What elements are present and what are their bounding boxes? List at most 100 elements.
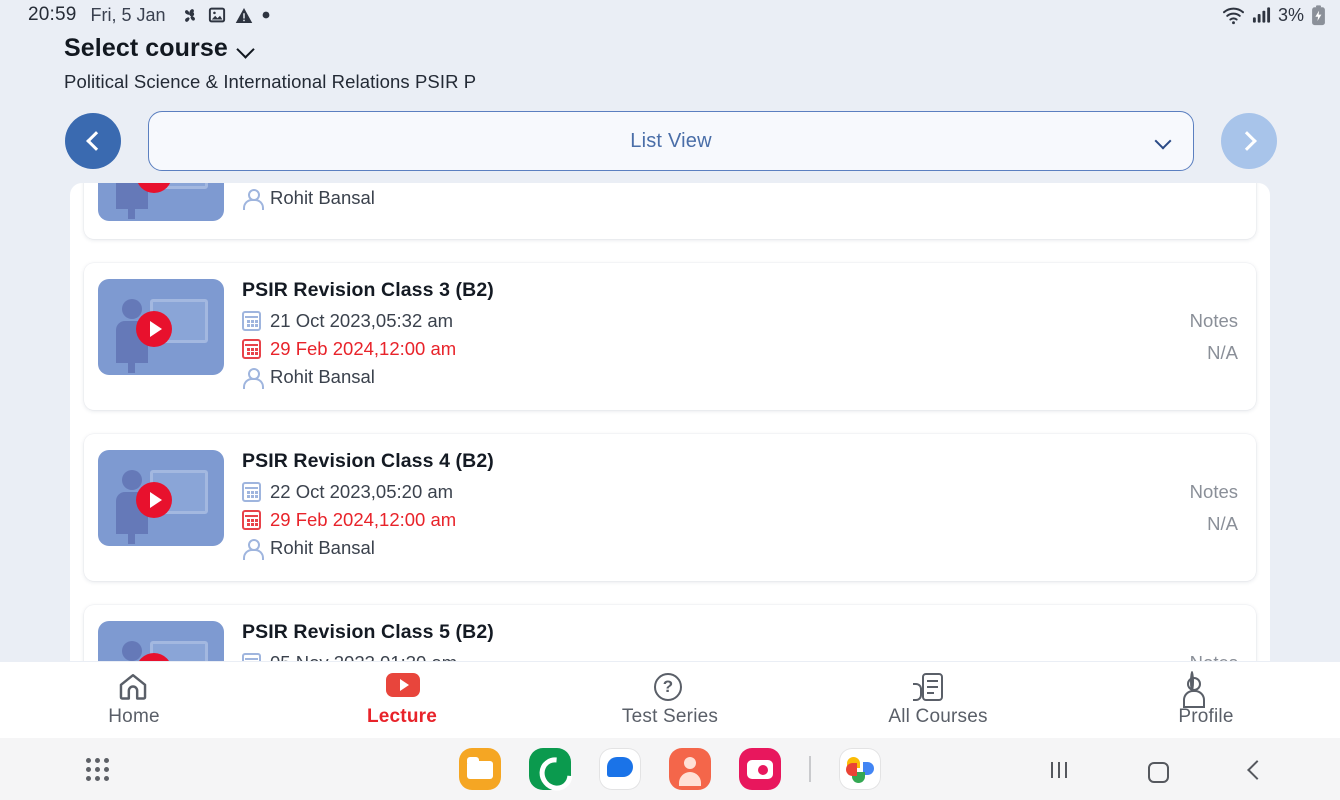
nav-item-all-courses[interactable]: All Courses — [804, 672, 1072, 728]
current-course-name: Political Science & International Relati… — [64, 71, 477, 92]
person-circle-icon — [1190, 670, 1222, 701]
status-date: Fri, 5 Jan — [90, 4, 166, 25]
lecture-card[interactable]: PSIR Revision Class 4 (B2) 22 Oct 2023,0… — [84, 434, 1256, 581]
nav-item-profile[interactable]: Profile — [1072, 670, 1340, 728]
phone-screen: 20:59 Fri, 5 Jan 3% Select course Politi… — [0, 0, 1340, 800]
lecture-details: PSIR Revision Class 4 (B2) 22 Oct 2023,0… — [224, 450, 1118, 565]
nav-label: Home — [108, 705, 160, 727]
lecture-list-panel[interactable]: 29 Feb 2024,12:00 am Rohit Bansal N/A — [70, 183, 1270, 661]
lecture-thumbnail[interactable] — [98, 450, 224, 546]
lecture-end-date: 29 Feb 2024,12:00 am — [270, 509, 457, 530]
back-button[interactable] — [1240, 754, 1270, 784]
play-button-icon[interactable] — [136, 311, 172, 347]
lecture-author-row: Rohit Bansal — [242, 187, 1118, 210]
messages-icon[interactable] — [599, 748, 641, 790]
nav-label: Profile — [1178, 705, 1234, 727]
question-mark-icon: ? — [654, 672, 686, 701]
phone-icon[interactable] — [529, 748, 571, 790]
system-nav-buttons — [1044, 754, 1270, 784]
chevron-down-icon — [1155, 135, 1171, 145]
lecture-card[interactable]: PSIR Revision Class 3 (B2) 21 Oct 2023,0… — [84, 263, 1256, 410]
next-page-button[interactable] — [1221, 113, 1277, 169]
youtube-play-icon — [386, 672, 420, 701]
lecture-start-date: 05 Nov 2023,01:30 am — [270, 652, 457, 661]
contacts-icon[interactable] — [669, 748, 711, 790]
nav-label: All Courses — [888, 705, 988, 727]
app-bottom-nav: Home Lecture ? Test Series All Courses P… — [0, 662, 1340, 738]
status-bar-right: 3% — [1222, 5, 1326, 26]
lecture-notes[interactable]: N/A — [1118, 183, 1238, 190]
notes-value: N/A — [1207, 512, 1238, 534]
lecture-notes[interactable]: Notes N/A — [1118, 305, 1238, 368]
lecture-details: PSIR Revision Class 5 (B2) 05 Nov 2023,0… — [224, 621, 1118, 661]
signal-icon — [1252, 7, 1271, 23]
person-icon — [242, 367, 264, 389]
taskbar-apps — [459, 748, 881, 790]
lecture-thumbnail[interactable] — [98, 183, 224, 221]
app-drawer-icon[interactable] — [86, 758, 109, 781]
calendar-expiry-icon — [242, 510, 261, 530]
google-photos-icon[interactable] — [839, 748, 881, 790]
chevron-down-icon — [238, 43, 255, 54]
recents-button[interactable] — [1044, 754, 1074, 784]
lecture-author: Rohit Bansal — [270, 187, 375, 208]
taskbar-divider — [809, 756, 811, 782]
presenter-leg-icon — [128, 351, 135, 373]
home-button[interactable] — [1142, 754, 1172, 784]
presenter-head-icon — [122, 299, 142, 319]
presenter-head-icon — [122, 470, 142, 490]
lecture-end-row: 29 Feb 2024,12:00 am — [242, 338, 1118, 360]
page-header: Select course Political Science & Intern… — [0, 30, 1340, 93]
view-mode-dropdown[interactable]: List View — [148, 111, 1194, 171]
lecture-thumbnail[interactable] — [98, 279, 224, 375]
chevron-left-icon — [85, 131, 106, 151]
nav-item-lecture[interactable]: Lecture — [268, 672, 536, 728]
pinwheel-icon — [184, 8, 195, 22]
lecture-notes[interactable]: Notes N/A — [1118, 647, 1238, 661]
lecture-card[interactable]: PSIR Revision Class 5 (B2) 05 Nov 2023,0… — [84, 605, 1256, 661]
nav-label: Lecture — [366, 705, 438, 727]
status-notification-icons — [180, 6, 270, 25]
notes-value: N/A — [1207, 341, 1238, 363]
presenter-head-icon — [122, 641, 142, 661]
lecture-title: PSIR Revision Class 4 (B2) — [242, 450, 494, 472]
calendar-icon — [242, 653, 261, 661]
presenter-leg-icon — [128, 522, 135, 544]
document-icon — [913, 672, 954, 701]
camera-icon[interactable] — [739, 748, 781, 790]
notes-label: Notes — [1118, 647, 1238, 661]
view-mode-label: List View — [630, 129, 712, 152]
lecture-start-date: 21 Oct 2023,05:32 am — [270, 310, 454, 331]
wifi-icon — [1222, 7, 1244, 24]
lecture-author-row: Rohit Bansal — [242, 537, 1118, 560]
image-icon — [208, 7, 225, 23]
previous-page-button[interactable] — [65, 113, 121, 169]
home-icon — [118, 673, 150, 701]
lecture-author: Rohit Bansal — [270, 537, 375, 558]
status-bar: 20:59 Fri, 5 Jan 3% — [0, 0, 1340, 30]
lecture-author-row: Rohit Bansal — [242, 366, 1118, 389]
nav-item-test-series[interactable]: ? Test Series — [536, 672, 804, 728]
lecture-thumbnail[interactable] — [98, 621, 224, 661]
nav-item-home[interactable]: Home — [0, 673, 268, 728]
presenter-leg-icon — [128, 197, 135, 219]
my-files-icon[interactable] — [459, 748, 501, 790]
page-title: Select course — [64, 34, 228, 62]
person-icon — [242, 188, 264, 210]
lecture-title: PSIR Revision Class 5 (B2) — [242, 621, 494, 643]
battery-charging-icon — [1312, 4, 1325, 25]
lecture-start-row: 22 Oct 2023,05:20 am — [242, 481, 1118, 503]
select-course-button[interactable]: Select course — [64, 34, 1340, 63]
lecture-title: PSIR Revision Class 3 (B2) — [242, 279, 494, 301]
lecture-end-date: 29 Feb 2024,12:00 am — [270, 338, 457, 359]
chevron-right-icon — [1236, 131, 1257, 151]
view-selector-row: List View — [0, 93, 1340, 171]
lecture-start-date: 22 Oct 2023,05:20 am — [270, 481, 454, 502]
play-button-icon[interactable] — [136, 482, 172, 518]
lecture-start-row: 21 Oct 2023,05:32 am — [242, 310, 1118, 332]
status-time: 20:59 — [28, 4, 77, 25]
lecture-start-row: 05 Nov 2023,01:30 am — [242, 652, 1118, 661]
lecture-notes[interactable]: Notes N/A — [1118, 476, 1238, 539]
lecture-end-row: 29 Feb 2024,12:00 am — [242, 509, 1118, 531]
lecture-card[interactable]: 29 Feb 2024,12:00 am Rohit Bansal N/A — [84, 183, 1256, 239]
